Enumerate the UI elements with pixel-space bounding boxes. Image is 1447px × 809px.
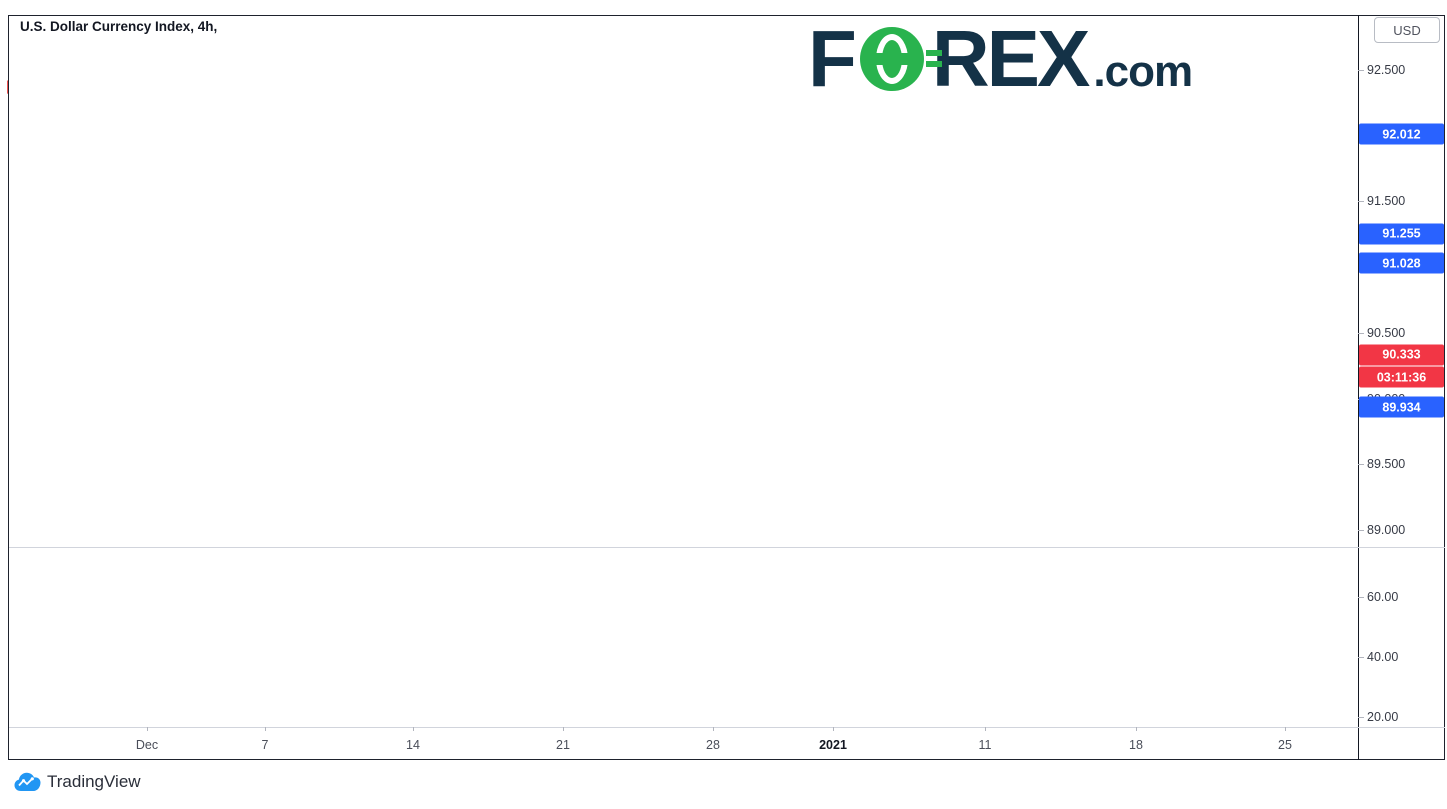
pane-separator-rsi-time [9,727,1445,728]
pane-separator-price-rsi [9,547,1445,548]
price-tick-label: 89.000 [1367,523,1405,537]
tradingview-label: TradingView [47,772,141,792]
time-tick-label: 18 [1129,738,1143,752]
price-tickmark [1358,333,1364,334]
time-tick-label: 14 [406,738,420,752]
forex-com-watermark: F REX .com [808,24,1192,94]
chart-page: { "header": { "symbol_title": "U.S. Doll… [0,0,1447,809]
price-tickmark [1358,70,1364,71]
time-tickmark [147,727,148,731]
time-tick-label: Dec [136,738,158,752]
rsi-tickmark [1358,717,1364,718]
price-level-tag: 89.934 [1359,397,1444,418]
time-tickmark [713,727,714,731]
rsi-tickmark [1358,597,1364,598]
time-tickmark [1136,727,1137,731]
time-tick-label: 28 [706,738,720,752]
price-level-tag: 91.028 [1359,253,1444,274]
price-level-tag: 92.012 [1359,124,1444,145]
watermark-dot-com: .com [1093,47,1192,97]
rsi-tickmark [1358,657,1364,658]
price-tick-label: 92.500 [1367,63,1405,77]
currency-toggle-button[interactable]: USD [1374,17,1440,43]
watermark-letter-f: F [808,27,854,91]
price-tick-label: 90.500 [1367,326,1405,340]
rsi-tick-label: 40.00 [1367,650,1398,664]
time-tickmark [413,727,414,731]
watermark-letters-rex: REX [932,27,1088,91]
symbol-title: U.S. Dollar Currency Index, 4h, [20,19,217,34]
tradingview-cloud-icon [14,772,41,792]
chart-frame [8,15,1445,760]
time-tick-label: 25 [1278,738,1292,752]
time-tick-label: 11 [979,738,992,752]
forex-o-icon [860,27,928,91]
price-tick-label: 91.500 [1367,194,1405,208]
price-tickmark [1358,530,1364,531]
rsi-tick-label: 20.00 [1367,710,1398,724]
tradingview-attribution[interactable]: TradingView [14,772,141,792]
time-tickmark [563,727,564,731]
price-tickmark [1358,201,1364,202]
price-tickmark [1358,464,1364,465]
time-tickmark [265,727,266,731]
time-tickmark [985,727,986,731]
price-level-tag: 91.255 [1359,223,1444,244]
time-tick-label: 21 [556,738,570,752]
time-tickmark [1285,727,1286,731]
bar-countdown-tag: 03:11:36 [1359,367,1444,388]
price-tick-label: 89.500 [1367,457,1405,471]
time-tick-label: 2021 [819,738,847,752]
time-tickmark [833,727,834,731]
time-tick-label: 7 [262,738,269,752]
current-price-tag: 90.333 [1359,344,1444,365]
rsi-tick-label: 60.00 [1367,590,1398,604]
